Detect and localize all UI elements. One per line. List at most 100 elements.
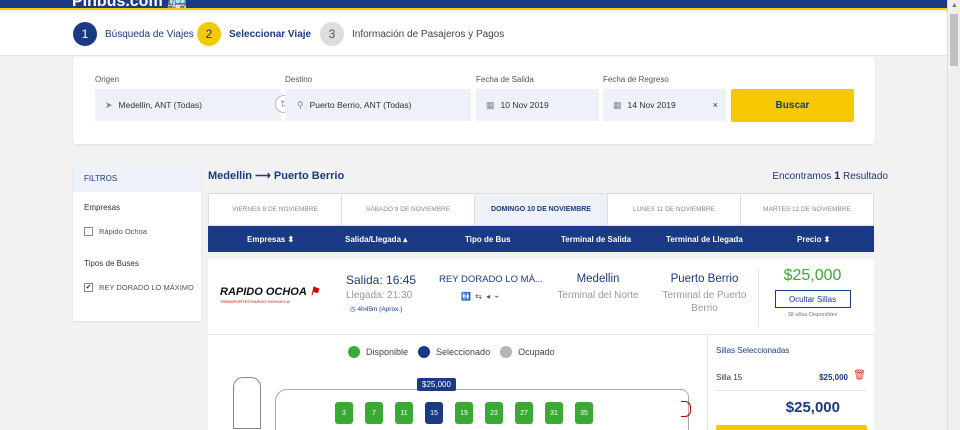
selected-seat-price: $25,000	[819, 373, 848, 382]
selected-seats-title: Sillas Seleccionadas	[716, 346, 790, 355]
seat-11[interactable]: 11	[395, 402, 413, 424]
return-date-field[interactable]: ▦ 14 Nov 2019 ×	[603, 89, 726, 121]
date-tab[interactable]: VIERNES 8 DE NOVIEMBRE	[209, 194, 342, 225]
seat-price-tooltip: $25,000	[417, 378, 456, 391]
seat-27[interactable]: 27	[515, 402, 533, 424]
legend-selected: Seleccionado	[418, 346, 490, 358]
price-column: $25,000 Ocultar Sillas 38 sillas Disponi…	[758, 267, 866, 327]
selected-seats-panel: Sillas Seleccionadas Silla 15 $25,000 🗑 …	[707, 335, 874, 430]
calendar-icon: ▦	[486, 99, 495, 110]
filter-bus-type-rey-dorado[interactable]: ✔ REY DORADO LO MÁXIMO	[84, 281, 194, 294]
trip-price: $25,000	[783, 267, 842, 284]
col-salida-llegada[interactable]: Salida/Llegada ▴	[345, 235, 407, 244]
legend-dot	[348, 346, 360, 358]
hide-seats-button[interactable]: Ocultar Sillas	[774, 290, 851, 308]
legend-dot	[500, 346, 513, 358]
step-passenger-info: 3 Información de Pasajeros y Pagos	[320, 22, 504, 46]
progress-steps: 1 Búsqueda de Viajes 2 Seleccionar Viaje…	[0, 12, 947, 56]
destination-field[interactable]: ⚲ Puerto Berrio, ANT (Todas)	[285, 89, 471, 121]
step-label: Búsqueda de Viajes	[105, 28, 194, 40]
brand-logo[interactable]: Pinbus.com 🚌	[72, 0, 188, 10]
company-logo: RAPIDO OCHOA ⚑ TRANSPORTES RAPIDO OCHOA S…	[220, 286, 320, 304]
destination-value: Puerto Berrio, ANT (Todas)	[309, 100, 412, 110]
selected-total: $25,000	[785, 399, 840, 416]
seat-19[interactable]: 19	[455, 402, 473, 424]
col-empresas[interactable]: Empresas ⬍	[247, 235, 294, 244]
bus-front	[681, 401, 691, 417]
seat-31[interactable]: 31	[545, 402, 563, 424]
origin-field[interactable]: ➤ Medellin, ANT (Todas)	[95, 89, 281, 121]
origin-terminal: Terminal del Norte	[557, 290, 639, 301]
search-panel: Origen ➤ Medellin, ANT (Todas) ⇅ Destino…	[73, 57, 875, 144]
filters-title: FILTROS	[73, 163, 201, 192]
origin-city: Medellin	[576, 273, 620, 285]
seat-legend: Disponible Seleccionado Ocupado	[348, 346, 565, 358]
seat-row: 3 7 11 15 19 23 27 31 35	[335, 402, 605, 424]
seat-15[interactable]: 15	[425, 402, 443, 424]
calendar-icon: ▦	[613, 99, 622, 110]
step-number: 3	[320, 22, 344, 46]
bus-icon: 🚌	[167, 0, 188, 10]
return-date-label: Fecha de Regreso	[603, 75, 669, 84]
step-label: Información de Pasajeros y Pagos	[352, 28, 505, 40]
date-tab[interactable]: MARTES 12 DE NOVIEMBRE	[741, 194, 873, 225]
date-tab[interactable]: LUNES 11 DE NOVIEMBRE	[608, 194, 741, 225]
selected-seat-label: Silla 15	[716, 373, 743, 382]
checkbox-checked[interactable]: ✔	[84, 283, 93, 292]
step-label: Seleccionar Viaje	[229, 28, 312, 40]
departure-time: Salida: 16:45	[346, 273, 417, 287]
col-terminal-llegada: Terminal de Llegada	[666, 235, 743, 244]
legend-occupied: Ocupado	[500, 346, 555, 358]
col-precio[interactable]: Precio ⬍	[797, 235, 830, 244]
filter-company-rapido-ochoa[interactable]: Rápido Ochoa	[84, 225, 194, 238]
checkbox[interactable]	[84, 227, 93, 236]
origin-value: Medellin, ANT (Todas)	[118, 100, 203, 110]
available-seats: 38 sillas Disponibles	[787, 312, 838, 318]
legend-dot	[418, 346, 431, 358]
step-number: 2	[197, 22, 221, 46]
departure-date-field[interactable]: ▦ 10 Nov 2019	[476, 89, 599, 121]
driver-seat-icon	[233, 377, 261, 429]
trip-duration: ◷ 4h45m (Aprox.)	[350, 306, 403, 313]
scrollbar-thumb[interactable]	[950, 14, 958, 66]
departure-date-value: 10 Nov 2019	[500, 100, 549, 110]
arrival-time: Llegada: 21:30	[346, 290, 413, 301]
top-brand-bar: Pinbus.com 🚌	[0, 0, 947, 10]
continue-button[interactable]	[716, 425, 867, 430]
seat-23[interactable]: 23	[485, 402, 503, 424]
amenities-icons: 🚻 ⇆ ◂ ⌁	[461, 292, 501, 301]
seat-35[interactable]: 35	[575, 402, 593, 424]
route-title: Medellin ⟶ Puerto Berrio	[208, 170, 345, 182]
bus-types-filter-title: Tipos de Buses	[84, 259, 139, 268]
legend-available: Disponible	[348, 346, 408, 358]
trip-result: RAPIDO OCHOA ⚑ TRANSPORTES RAPIDO OCHOA S…	[208, 259, 874, 430]
search-button[interactable]: Buscar	[731, 89, 854, 122]
results-count: Encontramos 1 Resultado	[772, 170, 888, 182]
origin-label: Origen	[95, 75, 120, 84]
col-terminal-salida: Terminal de Salida	[561, 235, 632, 244]
seat-7[interactable]: 7	[365, 402, 383, 424]
divider	[716, 390, 866, 391]
companies-filter-title: Empresas	[84, 203, 121, 212]
destination-terminal: Terminal de Puerto Berrio	[662, 290, 747, 314]
date-tab-active[interactable]: DOMINGO 10 DE NOVIEMBRE	[475, 194, 608, 225]
return-date-value: 14 Nov 2019	[627, 100, 676, 110]
clear-return-date-icon[interactable]: ×	[713, 100, 718, 110]
trash-icon[interactable]: 🗑	[853, 370, 866, 381]
destination-city: Puerto Berrio	[670, 273, 739, 285]
step-number: 1	[73, 22, 97, 46]
date-tabs: VIERNES 8 DE NOVIEMBRE SÁBADO 9 DE NOVIE…	[208, 193, 874, 226]
flag-icon: ⚑	[309, 286, 320, 298]
checkbox-label: REY DORADO LO MÁXIMO	[99, 283, 194, 292]
filters-panel: FILTROS Empresas Rápido Ochoa Tipos de B…	[73, 163, 201, 321]
step-select-trip: 2 Seleccionar Viaje	[197, 22, 311, 46]
seat-3[interactable]: 3	[335, 402, 353, 424]
location-arrow-icon: ➤	[105, 99, 113, 110]
map-pin-icon: ⚲	[297, 99, 304, 110]
step-search[interactable]: 1 Búsqueda de Viajes	[73, 22, 194, 46]
scroll-up-icon[interactable]: ▲	[951, 2, 958, 9]
destination-label: Destino	[285, 75, 313, 84]
page-scrollbar[interactable]: ▲	[947, 0, 960, 430]
checkbox-label: Rápido Ochoa	[99, 227, 147, 236]
date-tab[interactable]: SÁBADO 9 DE NOVIEMBRE	[342, 194, 475, 225]
